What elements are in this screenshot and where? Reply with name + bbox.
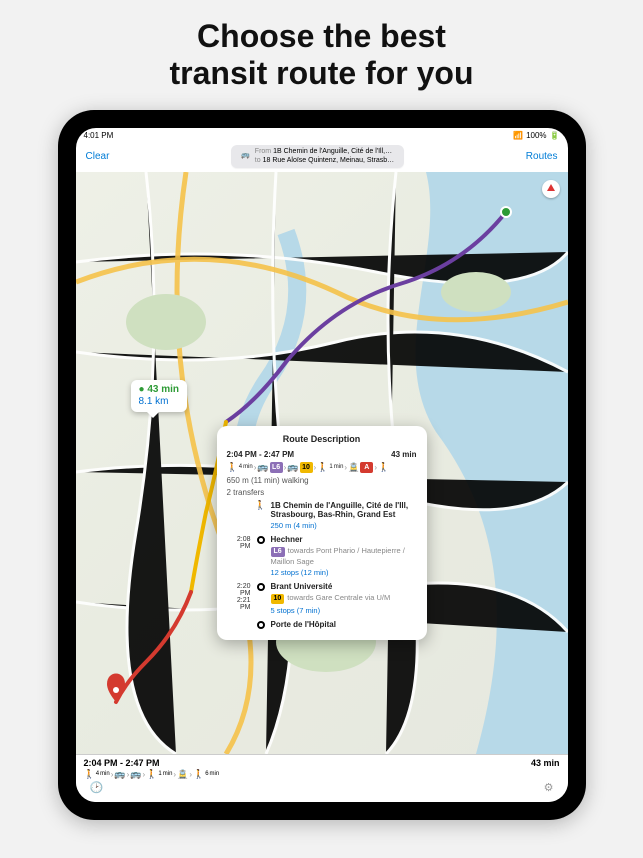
segment-chain: 4min › L6 › 10 › 1min › A › (227, 462, 417, 473)
compass-button[interactable] (542, 180, 560, 198)
device-frame: 4:01 PM 📶100%🔋 Clear 🚌 From 1B Chemin de… (58, 110, 586, 820)
settings-icon[interactable]: ⚙ (544, 781, 554, 794)
step-walk[interactable]: 1B Chemin de l'Anguille, Cité de l'Ill, … (227, 501, 417, 530)
bus-icon: 🚌 (241, 152, 250, 161)
card-title: Route Description (227, 434, 417, 444)
screen: 4:01 PM 📶100%🔋 Clear 🚌 From 1B Chemin de… (76, 128, 568, 802)
bottom-bar: 2:04 PM - 2:47 PM 43 min 4min › › › 1min… (76, 754, 568, 802)
walk-icon (317, 462, 328, 473)
bus-icon (287, 462, 298, 473)
routes-button[interactable]: Routes (526, 151, 558, 162)
route-tooltip[interactable]: ● 43 min 8.1 km (131, 380, 188, 412)
bus-icon (257, 462, 268, 473)
bottom-duration: 43 min (531, 758, 560, 768)
tram-icon (177, 769, 188, 780)
map-view[interactable]: ● 43 min 8.1 km Route Description 2:04 P… (76, 172, 568, 754)
walk-icon (146, 769, 157, 780)
destination-pill[interactable]: 🚌 From 1B Chemin de l'Anguille, Cité de … (231, 145, 404, 169)
card-timespan: 2:04 PM - 2:47 PM (227, 450, 295, 459)
nav-header: Clear 🚌 From 1B Chemin de l'Anguille, Ci… (76, 142, 568, 172)
walking-meta: 650 m (11 min) walking (227, 476, 417, 485)
walk-icon (193, 769, 204, 780)
bus-icon (130, 769, 141, 780)
clear-button[interactable]: Clear (86, 151, 110, 162)
walk-icon (84, 769, 95, 780)
promo-headline: Choose the besttransit route for you (0, 0, 643, 102)
step-stop[interactable]: 2:08 PM Hechner L6towards Pont Phario / … (227, 535, 417, 577)
bus-icon (114, 769, 125, 780)
status-right: 📶100%🔋 (513, 131, 559, 140)
transfers-meta: 2 transfers (227, 488, 417, 497)
step-list: 1B Chemin de l'Anguille, Cité de l'Ill, … (227, 501, 417, 629)
route-description-card[interactable]: Route Description 2:04 PM - 2:47 PM 43 m… (217, 426, 427, 640)
step-stop[interactable]: 2:20 PM 2:21 PM Brant Université 10towar… (227, 582, 417, 615)
walk-icon (227, 462, 238, 473)
walk-icon (378, 462, 389, 473)
bottom-chain[interactable]: 4min › › › 1min › › 6min (76, 768, 568, 781)
status-time: 4:01 PM (84, 131, 114, 140)
bottom-timespan: 2:04 PM - 2:47 PM (84, 758, 160, 768)
tram-icon (348, 462, 359, 473)
card-duration: 43 min (391, 450, 416, 459)
step-stop[interactable]: Porte de l'Hôpital (227, 620, 417, 629)
clock-icon[interactable]: 🕑 (90, 781, 104, 794)
walk-icon (255, 501, 266, 511)
